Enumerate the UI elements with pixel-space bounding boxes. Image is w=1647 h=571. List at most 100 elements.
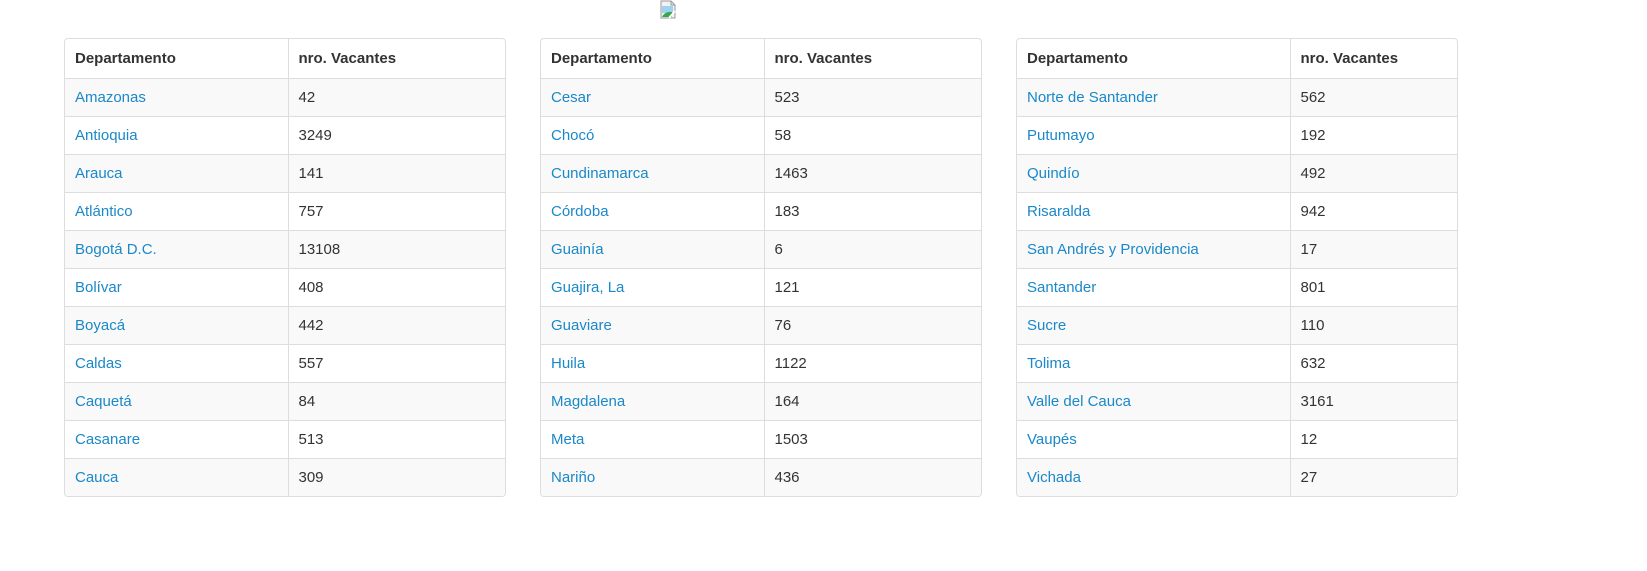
department-cell: Cundinamarca xyxy=(541,153,764,192)
department-cell: Arauca xyxy=(65,153,288,192)
department-link[interactable]: Quindío xyxy=(1027,165,1080,182)
header-departamento: Departamento xyxy=(75,49,176,67)
department-cell: Meta xyxy=(541,419,764,458)
department-link[interactable]: Guaviare xyxy=(551,317,612,334)
table-header-row: Departamento nro. Vacantes xyxy=(1017,39,1457,78)
vacancies-cell: 192 xyxy=(1289,115,1457,154)
department-link[interactable]: Arauca xyxy=(75,165,123,182)
department-link[interactable]: Caldas xyxy=(75,355,122,372)
table-row: Cauca 309 xyxy=(65,457,505,496)
table-row: Tolima 632 xyxy=(1017,343,1457,382)
department-link[interactable]: Cundinamarca xyxy=(551,165,649,182)
department-cell: Bogotá D.C. xyxy=(65,229,288,268)
table-row: Huila 1122 xyxy=(541,343,981,382)
department-link[interactable]: Huila xyxy=(551,355,585,372)
department-link[interactable]: Guajira, La xyxy=(551,279,624,296)
department-cell: Córdoba xyxy=(541,191,764,230)
vacancies-cell: 513 xyxy=(287,419,505,458)
department-link[interactable]: Guainía xyxy=(551,241,604,258)
department-link[interactable]: Norte de Santander xyxy=(1027,89,1158,106)
vacancies-cell: 13108 xyxy=(287,229,505,268)
department-link[interactable]: Casanare xyxy=(75,431,140,448)
department-link[interactable]: Cesar xyxy=(551,89,591,106)
vacancies-cell: 492 xyxy=(1289,153,1457,192)
department-cell: Norte de Santander xyxy=(1017,77,1290,116)
table-row: Guainía 6 xyxy=(541,229,981,268)
vacancies-cell: 801 xyxy=(1289,267,1457,306)
table-row: Córdoba 183 xyxy=(541,191,981,230)
department-link[interactable]: Caquetá xyxy=(75,393,132,410)
department-cell: Santander xyxy=(1017,267,1290,306)
vacancies-cell: 110 xyxy=(1289,305,1457,344)
department-cell: Guajira, La xyxy=(541,267,764,306)
department-link[interactable]: Vaupés xyxy=(1027,431,1077,448)
department-cell: Antioquia xyxy=(65,115,288,154)
table-row: Norte de Santander 562 xyxy=(1017,77,1457,116)
vacancies-cell: 757 xyxy=(287,191,505,230)
department-link[interactable]: Sucre xyxy=(1027,317,1066,334)
header-departamento: Departamento xyxy=(551,49,652,67)
table-row: Bolívar 408 xyxy=(65,267,505,306)
vacancies-cell: 3161 xyxy=(1289,381,1457,420)
department-link[interactable]: Meta xyxy=(551,431,584,448)
header-vacantes: nro. Vacantes xyxy=(287,39,505,78)
table-row: Meta 1503 xyxy=(541,419,981,458)
table-row: Atlántico 757 xyxy=(65,191,505,230)
vacancies-table-2: Departamento nro. Vacantes Cesar 523 Chocó… xyxy=(540,38,982,497)
department-link[interactable]: San Andrés y Providencia xyxy=(1027,241,1199,258)
table-row: Caldas 557 xyxy=(65,343,505,382)
table-row: Cesar 523 xyxy=(541,77,981,116)
vacancies-cell: 408 xyxy=(287,267,505,306)
department-link[interactable]: Amazonas xyxy=(75,89,146,106)
vacancies-cell: 12 xyxy=(1289,419,1457,458)
department-link[interactable]: Chocó xyxy=(551,127,594,144)
vacancies-cell: 1122 xyxy=(763,343,981,382)
table-row: Risaralda 942 xyxy=(1017,191,1457,230)
department-link[interactable]: Bolívar xyxy=(75,279,122,296)
department-link[interactable]: Córdoba xyxy=(551,203,609,220)
table-row: Boyacá 442 xyxy=(65,305,505,344)
department-link[interactable]: Risaralda xyxy=(1027,203,1090,220)
vacancies-cell: 632 xyxy=(1289,343,1457,382)
header-departamento: Departamento xyxy=(1027,49,1128,67)
table-row: Quindío 492 xyxy=(1017,153,1457,192)
department-link[interactable]: Bogotá D.C. xyxy=(75,241,157,258)
department-cell: Bolívar xyxy=(65,267,288,306)
header-vacantes: nro. Vacantes xyxy=(1289,39,1457,78)
department-link[interactable]: Putumayo xyxy=(1027,127,1095,144)
department-link[interactable]: Boyacá xyxy=(75,317,125,334)
department-cell: Cesar xyxy=(541,77,764,116)
vacancies-cell: 562 xyxy=(1289,77,1457,116)
table-row: Valle del Cauca 3161 xyxy=(1017,381,1457,420)
department-cell: Risaralda xyxy=(1017,191,1290,230)
vacancies-cell: 141 xyxy=(287,153,505,192)
table-row: Amazonas 42 xyxy=(65,77,505,116)
department-link[interactable]: Antioquia xyxy=(75,127,138,144)
vacancies-cell: 58 xyxy=(763,115,981,154)
department-cell: Casanare xyxy=(65,419,288,458)
department-link[interactable]: Vichada xyxy=(1027,469,1081,486)
department-link[interactable]: Valle del Cauca xyxy=(1027,393,1131,410)
vacancies-cell: 3249 xyxy=(287,115,505,154)
vacancies-cell: 523 xyxy=(763,77,981,116)
header-vacantes: nro. Vacantes xyxy=(763,39,981,78)
department-link[interactable]: Cauca xyxy=(75,469,118,486)
department-link[interactable]: Magdalena xyxy=(551,393,625,410)
department-link[interactable]: Atlántico xyxy=(75,203,133,220)
department-link[interactable]: Nariño xyxy=(551,469,595,486)
department-cell: Huila xyxy=(541,343,764,382)
department-cell: Quindío xyxy=(1017,153,1290,192)
table-row: Sucre 110 xyxy=(1017,305,1457,344)
table-row: Caquetá 84 xyxy=(65,381,505,420)
department-cell: Magdalena xyxy=(541,381,764,420)
vacancies-cell: 442 xyxy=(287,305,505,344)
department-cell: Tolima xyxy=(1017,343,1290,382)
department-cell: Nariño xyxy=(541,457,764,496)
table-row: Guaviare 76 xyxy=(541,305,981,344)
department-link[interactable]: Tolima xyxy=(1027,355,1070,372)
department-cell: San Andrés y Providencia xyxy=(1017,229,1290,268)
table-row: Vichada 27 xyxy=(1017,457,1457,496)
vacancies-cell: 557 xyxy=(287,343,505,382)
department-link[interactable]: Santander xyxy=(1027,279,1096,296)
vacancies-cell: 42 xyxy=(287,77,505,116)
